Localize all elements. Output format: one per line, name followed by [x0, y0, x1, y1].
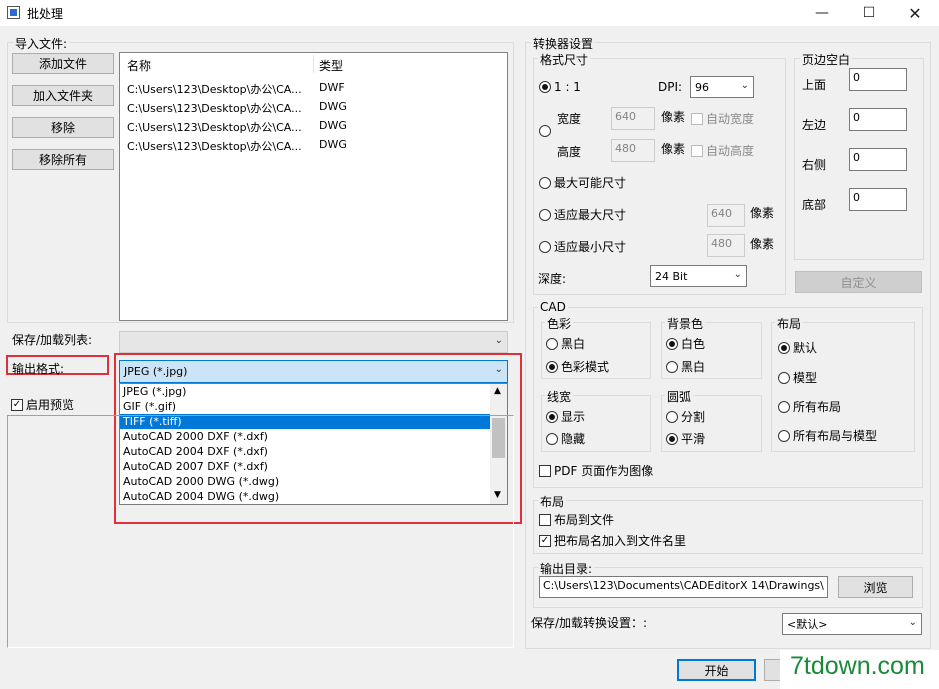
fit-max-radio[interactable]: 适应最大尺寸: [539, 206, 626, 223]
fit-min-radio[interactable]: 适应最小尺寸: [539, 238, 626, 255]
maximize-icon[interactable]: ☐: [846, 0, 892, 26]
auto-height-checkbox[interactable]: 自动高度: [691, 142, 754, 159]
save-settings-label: 保存/加载转换设置：:: [531, 616, 648, 630]
file-list[interactable]: 名称 类型 C:\Users\123\Desktop\办公\CA... DWF …: [119, 52, 508, 321]
model-radio[interactable]: 模型: [778, 369, 817, 386]
white-radio[interactable]: 白色: [666, 335, 705, 352]
margin-top-input[interactable]: 0: [849, 68, 907, 91]
remove-all-button[interactable]: 移除所有: [12, 149, 114, 170]
fit-min-unit: 像素: [750, 237, 775, 251]
max-size-radio[interactable]: 最大可能尺寸: [539, 174, 626, 191]
margin-right-label: 右侧: [802, 158, 827, 172]
output-dir-input[interactable]: C:\Users\123\Documents\CADEditorX 14\Dra…: [539, 576, 828, 598]
width-unit: 像素: [661, 110, 686, 124]
depth-select[interactable]: 24 Bit ⌄: [650, 265, 747, 287]
color-label: 色彩: [545, 315, 574, 332]
app-icon: [7, 6, 20, 19]
custom-size-radio[interactable]: [539, 125, 551, 140]
show-lw-radio[interactable]: 显示: [546, 408, 585, 425]
check-icon: ✓: [539, 534, 551, 547]
dpi-label: DPI:: [658, 80, 683, 94]
fit-min-input[interactable]: 480: [707, 234, 745, 257]
smooth-radio[interactable]: 平滑: [666, 430, 705, 447]
margin-bottom-label: 底部: [802, 198, 827, 212]
minimize-icon[interactable]: —: [799, 0, 845, 26]
save-list-select[interactable]: ⌄: [119, 331, 508, 353]
chevron-down-icon: ⌄: [494, 364, 503, 375]
width-input[interactable]: 640: [611, 107, 655, 130]
margin-left-input[interactable]: 0: [849, 108, 907, 131]
start-button[interactable]: 开始: [677, 659, 756, 681]
browse-button[interactable]: 浏览: [838, 576, 913, 598]
arc-label: 圆弧: [665, 388, 694, 405]
black-radio[interactable]: 黑白: [666, 358, 705, 375]
output-dir-label: 输出目录:: [538, 560, 595, 577]
add-file-button[interactable]: 添加文件: [12, 53, 114, 74]
split-radio[interactable]: 分割: [666, 408, 705, 425]
fit-max-unit: 像素: [750, 206, 775, 220]
column-header-type[interactable]: 类型: [319, 57, 343, 74]
save-settings-select[interactable]: <默认> ⌄: [782, 613, 922, 635]
lineweight-label: 线宽: [545, 388, 574, 405]
chevron-down-icon: ⌄: [733, 269, 742, 280]
chevron-down-icon: ⌄: [740, 80, 749, 91]
ratio-radio[interactable]: 1 : 1: [539, 80, 581, 94]
chevron-down-icon: ⌄: [908, 617, 917, 628]
window-title: 批处理: [27, 7, 64, 21]
dropdown-option[interactable]: JPEG (*.jpg): [120, 384, 507, 399]
layout-label: 布局: [538, 493, 567, 510]
format-size-label: 格式尺寸: [538, 51, 591, 68]
watermark-text: 7tdown.com: [790, 652, 925, 680]
margins-label: 页边空白: [800, 51, 853, 68]
height-unit: 像素: [661, 142, 686, 156]
import-group-label: 导入文件:: [13, 35, 70, 52]
height-label: 高度: [557, 145, 582, 159]
layout-options-label: 布局: [775, 315, 804, 332]
output-format-label: 输出格式:: [12, 362, 65, 376]
all-layouts-model-radio[interactable]: 所有布局与模型: [778, 427, 877, 444]
preview-pane: [7, 415, 514, 648]
remove-button[interactable]: 移除: [12, 117, 114, 138]
layout-to-file-checkbox[interactable]: 布局到文件: [539, 511, 614, 528]
margin-bottom-input[interactable]: 0: [849, 188, 907, 211]
chevron-up-icon[interactable]: ▲: [494, 386, 501, 396]
cad-label: CAD: [538, 300, 568, 314]
chevron-down-icon: ⌄: [494, 335, 503, 346]
converter-group-label: 转换器设置: [531, 35, 596, 52]
check-icon: ✓: [11, 398, 23, 411]
auto-width-checkbox[interactable]: 自动宽度: [691, 110, 754, 127]
pdf-as-image-checkbox[interactable]: PDF 页面作为图像: [539, 462, 653, 479]
height-input[interactable]: 480: [611, 139, 655, 162]
layout-name-checkbox[interactable]: ✓ 把布局名加入到文件名里: [539, 532, 686, 549]
fit-max-input[interactable]: 640: [707, 204, 745, 227]
close-icon[interactable]: ✕: [892, 0, 938, 26]
save-list-label: 保存/加载列表:: [12, 333, 93, 347]
bw-radio[interactable]: 黑白: [546, 335, 585, 352]
preview-checkbox[interactable]: ✓ 启用预览: [11, 396, 74, 413]
width-label: 宽度: [557, 112, 582, 126]
margin-left-label: 左边: [802, 118, 827, 132]
depth-label: 深度:: [538, 272, 567, 286]
column-header-name[interactable]: 名称: [127, 57, 151, 74]
output-format-select[interactable]: JPEG (*.jpg) ⌄: [119, 360, 508, 383]
default-layout-radio[interactable]: 默认: [778, 339, 817, 356]
background-label: 背景色: [665, 315, 706, 332]
color-mode-radio[interactable]: 色彩模式: [546, 358, 609, 375]
dropdown-option[interactable]: GIF (*.gif): [120, 399, 507, 414]
dpi-select[interactable]: 96 ⌄: [690, 76, 754, 98]
column-divider[interactable]: [313, 55, 314, 73]
margin-top-label: 上面: [802, 78, 827, 92]
hide-lw-radio[interactable]: 隐藏: [546, 430, 585, 447]
custom-button[interactable]: 自定义: [795, 271, 922, 293]
all-layouts-radio[interactable]: 所有布局: [778, 398, 841, 415]
add-folder-button[interactable]: 加入文件夹: [12, 85, 114, 106]
margin-right-input[interactable]: 0: [849, 148, 907, 171]
